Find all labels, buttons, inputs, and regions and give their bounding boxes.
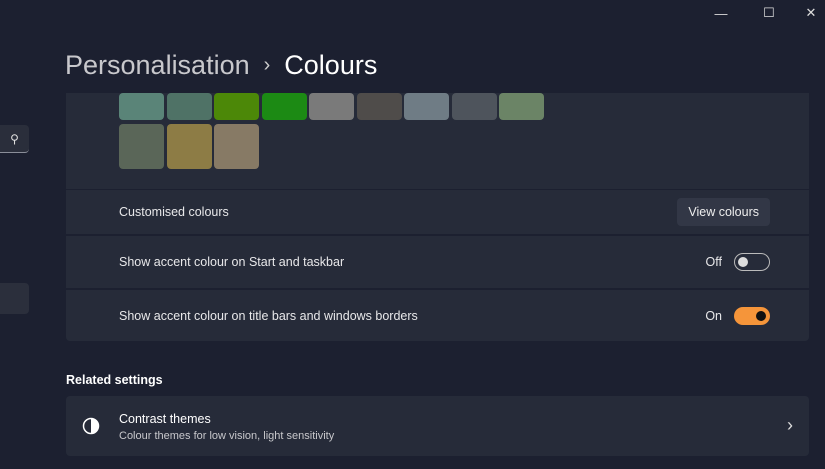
color-swatch[interactable] bbox=[214, 93, 259, 120]
contrast-themes-title: Contrast themes bbox=[119, 412, 211, 426]
contrast-icon bbox=[82, 417, 100, 435]
accent-titlebar-label: Show accent colour on title bars and win… bbox=[119, 308, 418, 323]
contrast-themes-item[interactable]: Contrast themes Colour themes for low vi… bbox=[66, 396, 809, 456]
accent-start-label: Show accent colour on Start and taskbar bbox=[119, 255, 345, 269]
chevron-right-icon: › bbox=[787, 415, 793, 435]
accent-start-toggle[interactable] bbox=[734, 253, 770, 271]
sidebar-item-selected[interactable] bbox=[0, 283, 29, 314]
toggle-state-label: Off bbox=[705, 255, 722, 269]
color-swatch[interactable] bbox=[166, 124, 212, 169]
color-swatch[interactable] bbox=[451, 93, 497, 120]
color-swatch[interactable] bbox=[214, 124, 259, 169]
accent-swatch-grid bbox=[66, 93, 809, 189]
color-swatch[interactable] bbox=[309, 93, 354, 120]
view-colours-button[interactable]: View colours bbox=[677, 198, 770, 226]
customised-colours-row: Customised colours View colours bbox=[66, 190, 809, 234]
contrast-themes-subtitle: Colour themes for low vision, light sens… bbox=[119, 430, 335, 442]
search-icon: ⚲ bbox=[10, 131, 19, 146]
color-swatch[interactable] bbox=[356, 93, 402, 120]
color-swatch[interactable] bbox=[499, 93, 544, 120]
breadcrumb-parent[interactable]: Personalisation bbox=[65, 50, 250, 81]
related-settings-heading: Related settings bbox=[66, 373, 163, 387]
accent-start-row: Show accent colour on Start and taskbar … bbox=[66, 236, 809, 288]
accent-titlebar-row: Show accent colour on title bars and win… bbox=[66, 290, 809, 341]
chevron-right-icon: › bbox=[263, 54, 271, 76]
customised-colours-label: Customised colours bbox=[119, 205, 229, 219]
color-swatch[interactable] bbox=[119, 93, 164, 120]
accent-titlebar-toggle[interactable] bbox=[734, 306, 770, 325]
search-input[interactable]: ⚲ bbox=[0, 125, 29, 153]
page-title: Colours bbox=[284, 50, 378, 80]
color-swatch[interactable] bbox=[261, 93, 307, 120]
toggle-state-label: On bbox=[705, 308, 722, 323]
maximize-button[interactable]: ☐ bbox=[746, 0, 792, 26]
color-swatch[interactable] bbox=[166, 93, 212, 120]
color-swatch[interactable] bbox=[119, 124, 164, 169]
color-swatch[interactable] bbox=[404, 93, 449, 120]
close-button[interactable]: ✕ bbox=[788, 0, 825, 26]
minimize-button[interactable]: — bbox=[698, 0, 744, 26]
breadcrumb: Personalisation › Colours bbox=[65, 50, 377, 81]
